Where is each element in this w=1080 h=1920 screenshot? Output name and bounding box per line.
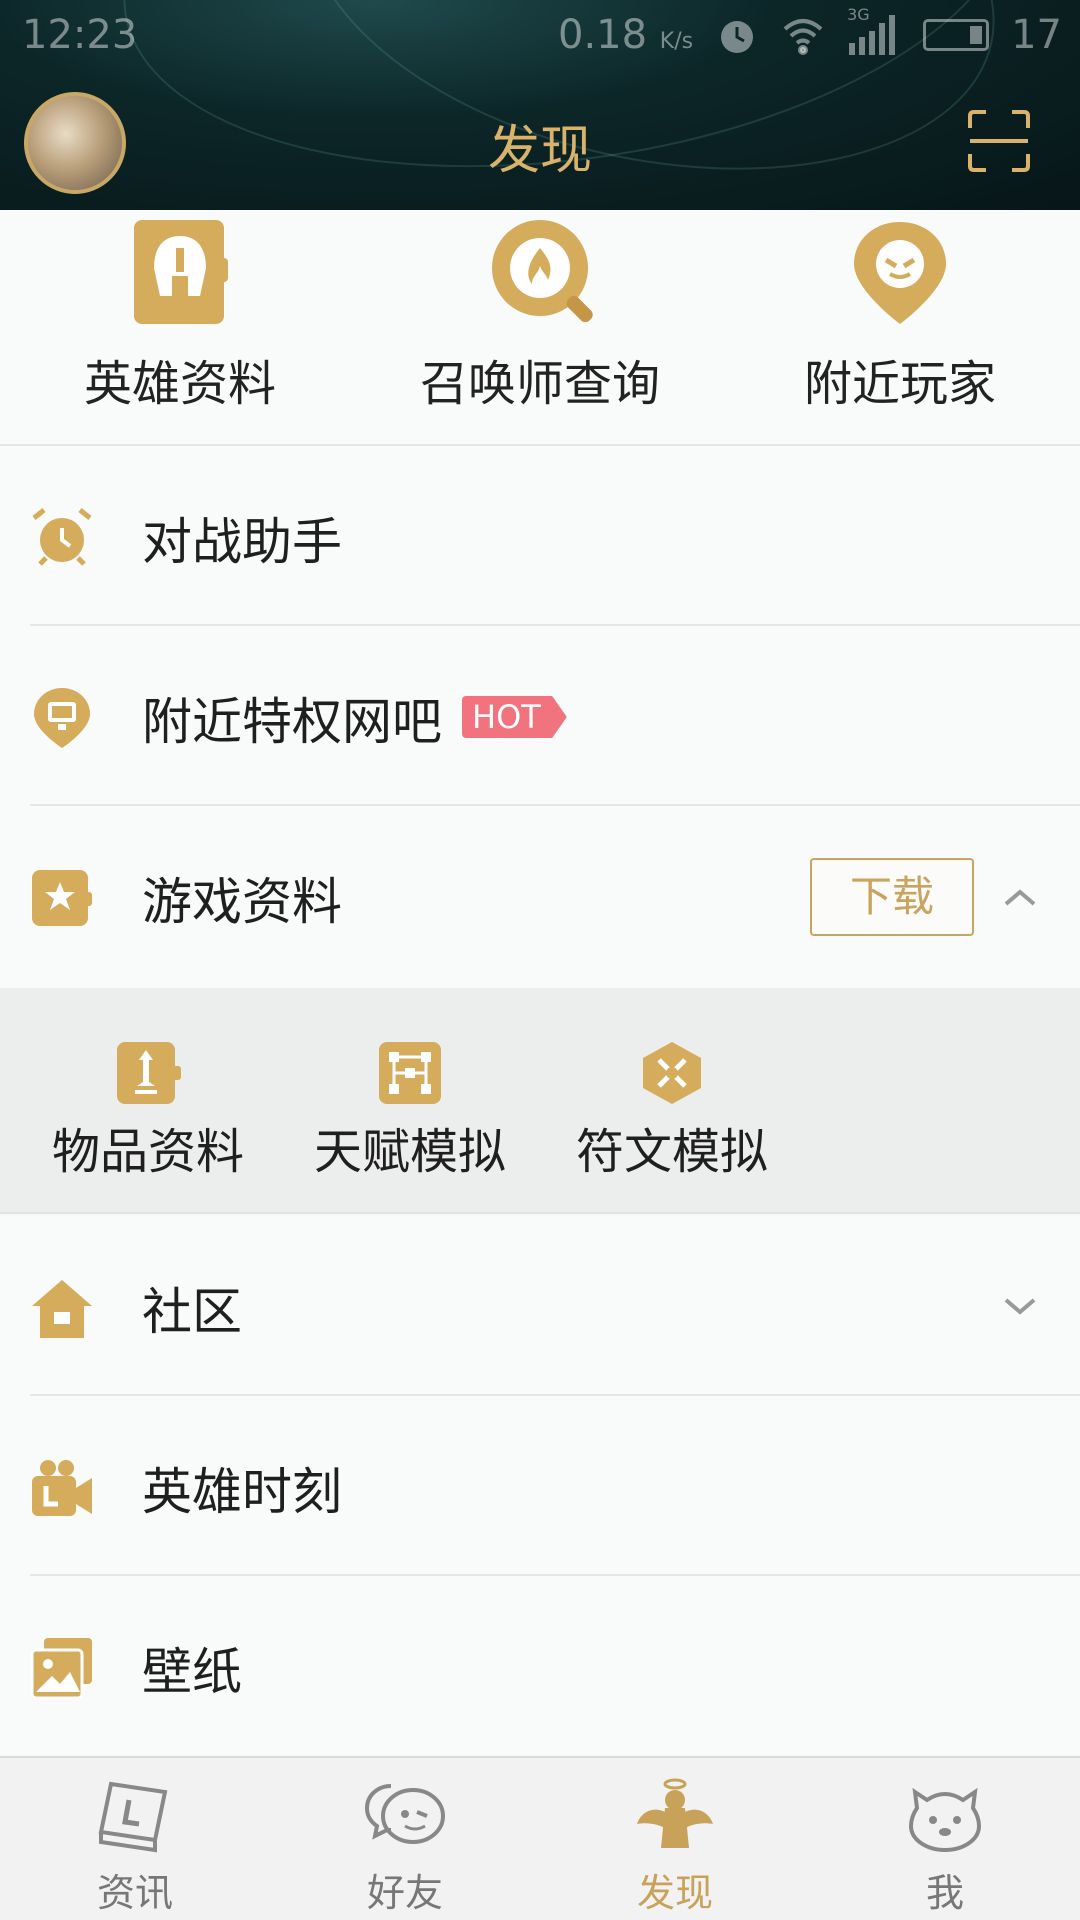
nearby-players-entry[interactable]: 附近玩家	[720, 210, 1080, 446]
list-item-wallpaper[interactable]: 壁纸	[0, 1576, 1080, 1756]
home-icon	[30, 1276, 94, 1340]
hero-data-label: 英雄资料	[83, 356, 276, 412]
tab-friends[interactable]: 好友	[270, 1758, 540, 1920]
alarm-clock-icon	[30, 506, 94, 570]
nearby-netcafe-label: 附近特权网吧	[142, 693, 442, 751]
page-title: 发现	[487, 121, 592, 181]
status-time: 12:23	[22, 12, 138, 58]
me-face-icon	[905, 1778, 985, 1854]
battery-icon	[923, 19, 990, 51]
scan-icon	[968, 110, 1030, 172]
network-type: 3G	[847, 5, 870, 24]
tab-me[interactable]: 我	[810, 1758, 1080, 1920]
summoner-search-icon	[490, 218, 593, 326]
rune-sim-entry[interactable]: 符文模拟	[540, 988, 804, 1214]
nearby-player-icon	[850, 218, 950, 326]
app-header: 12:23 0.18 K/s 3G 17 发现	[0, 0, 1080, 210]
net-speed-unit: K/s	[659, 29, 694, 54]
wallpaper-icon	[30, 1636, 94, 1700]
game-data-icon	[30, 866, 94, 930]
list-item-community[interactable]: 社区	[0, 1216, 1080, 1396]
collapse-button[interactable]	[1000, 878, 1040, 918]
talent-sim-entry[interactable]: 天赋模拟	[278, 988, 542, 1214]
talent-sim-label: 天赋模拟	[313, 1124, 506, 1180]
friends-chat-icon	[364, 1778, 445, 1854]
rune-icon	[639, 1040, 705, 1106]
battery-level: 17	[1011, 12, 1062, 58]
tab-me-label: 我	[925, 1871, 964, 1915]
summoner-search-label: 召唤师查询	[419, 356, 660, 412]
helmet-icon	[130, 218, 230, 326]
battle-assistant-label: 对战助手	[142, 513, 342, 571]
hot-badge: HOT	[462, 696, 567, 738]
netcafe-pin-icon	[30, 686, 94, 750]
wallpaper-label: 壁纸	[142, 1643, 242, 1701]
item-data-entry[interactable]: 物品资料	[16, 988, 280, 1214]
rune-sim-label: 符文模拟	[575, 1124, 768, 1180]
item-data-label: 物品资料	[51, 1124, 244, 1180]
item-data-icon	[115, 1040, 181, 1106]
hero-data-entry[interactable]: 英雄资料	[0, 210, 360, 446]
list-item-battle-assistant[interactable]: 对战助手	[0, 446, 1080, 626]
discover-angel-icon	[635, 1778, 715, 1854]
talent-tree-icon	[377, 1040, 443, 1106]
news-book-icon	[95, 1778, 175, 1854]
bottom-tab-bar: 资讯 好友 发现 我	[0, 1756, 1080, 1920]
net-speed-value: 0.18	[558, 12, 648, 58]
list-item-hero-moments[interactable]: 英雄时刻	[0, 1396, 1080, 1576]
tab-news-label: 资讯	[96, 1871, 173, 1915]
game-data-label: 游戏资料	[142, 873, 342, 931]
status-bar: 12:23 0.18 K/s 3G 17	[0, 0, 1080, 76]
tab-discover-label: 发现	[636, 1871, 713, 1915]
summoner-search-entry[interactable]: 召唤师查询	[360, 210, 720, 446]
wifi-icon	[781, 13, 825, 57]
game-data-subgrid: 物品资料 天赋模拟 符文模拟	[0, 988, 1080, 1214]
expand-community-button[interactable]	[1000, 1286, 1040, 1326]
scan-button[interactable]	[966, 108, 1032, 174]
nearby-players-label: 附近玩家	[803, 356, 996, 412]
hero-moments-label: 英雄时刻	[142, 1463, 342, 1521]
tab-friends-label: 好友	[366, 1871, 443, 1915]
chevron-down-icon	[1004, 1298, 1036, 1315]
quick-access-grid: 英雄资料 召唤师查询 附近玩家	[0, 210, 1080, 446]
signal-icon: 3G	[847, 5, 901, 57]
net-speed: 0.18 K/s	[558, 12, 693, 58]
tab-news[interactable]: 资讯	[0, 1758, 270, 1920]
download-button[interactable]: 下载	[810, 858, 974, 936]
community-label: 社区	[142, 1283, 242, 1341]
video-camera-icon	[30, 1456, 94, 1520]
status-right: 0.18 K/s 3G 17	[558, 5, 1062, 58]
tab-discover[interactable]: 发现	[540, 1758, 810, 1920]
alarm-icon	[715, 13, 759, 57]
chevron-up-icon	[1004, 889, 1036, 906]
